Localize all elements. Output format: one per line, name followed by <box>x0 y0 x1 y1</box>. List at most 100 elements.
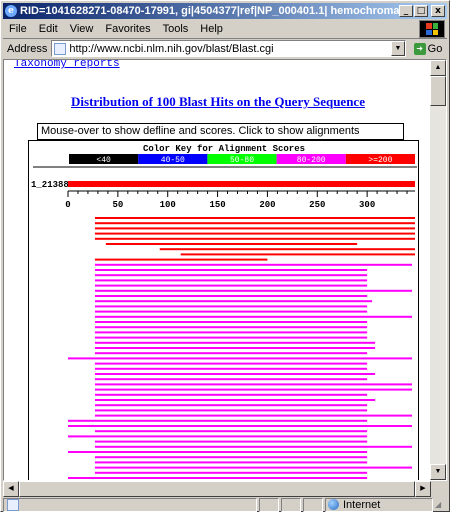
hit-bar <box>68 425 413 427</box>
hit-bar <box>94 274 368 277</box>
hit-bar <box>68 419 368 422</box>
color-key-label: 40-50 <box>161 156 185 165</box>
go-label: Go <box>427 42 443 55</box>
status-pane-empty-1 <box>259 497 279 512</box>
query-label: 1_21388 <box>31 180 69 190</box>
menu-tools[interactable]: Tools <box>157 23 195 35</box>
hit-bar <box>68 357 413 360</box>
page-title[interactable]: Distribution of 100 Blast Hits on the Qu… <box>4 94 432 110</box>
hit-bar <box>94 258 268 261</box>
hit-bar <box>94 305 368 308</box>
hit-bar <box>94 378 368 381</box>
hit-bar <box>94 263 413 266</box>
hit-bar <box>94 393 368 396</box>
hit-bar <box>94 222 415 225</box>
hit-bar <box>68 435 368 438</box>
hit-bar <box>94 409 368 412</box>
security-zone-label: Internet <box>343 498 381 511</box>
page-icon <box>54 42 67 55</box>
hit-bar <box>94 310 368 313</box>
address-bar: Address http://www.ncbi.nlm.nih.gov/blas… <box>3 38 447 58</box>
menu-help[interactable]: Help <box>194 23 229 35</box>
scrollbar-corner <box>431 481 447 497</box>
hit-bar <box>94 295 368 297</box>
query-sequence-bar <box>68 181 415 187</box>
status-pane-empty-3 <box>303 497 323 512</box>
window-title: RID=1041628271-08470-17991, gi|4504377|r… <box>20 5 399 17</box>
hit-bar <box>94 284 368 287</box>
blast-hits-chart: Color Key for Alignment Scores <40 40-50 50… <box>28 140 419 480</box>
hit-bar <box>94 289 413 292</box>
status-pane-empty-2 <box>281 497 301 512</box>
horizontal-scrollbar[interactable]: ◀ ▶ <box>3 481 431 497</box>
vertical-scroll-thumb[interactable] <box>430 76 446 106</box>
hit-bar <box>94 326 368 329</box>
go-arrow-icon: ➜ <box>413 42 426 55</box>
hit-bar <box>94 414 413 417</box>
hit-bar <box>94 383 413 386</box>
blast-hits-svg: Color Key for Alignment Scores <40 40-50 50… <box>31 144 417 479</box>
color-key-label: 80-200 <box>297 156 326 165</box>
defline-display-field[interactable]: Mouse-over to show defline and scores. C… <box>37 123 404 140</box>
status-text-pane <box>3 497 257 512</box>
minimize-button[interactable]: _ <box>399 5 413 17</box>
x-tick-label: 200 <box>259 200 275 210</box>
status-bar: Internet ◢ <box>3 497 447 512</box>
close-button[interactable]: x <box>431 5 445 17</box>
menu-favorites[interactable]: Favorites <box>99 23 156 35</box>
scroll-down-icon[interactable]: ▼ <box>430 464 446 480</box>
hit-bar <box>94 466 413 469</box>
address-label: Address <box>7 42 48 55</box>
address-input[interactable]: http://www.ncbi.nlm.nih.gov/blast/Blast.… <box>51 40 406 57</box>
hit-bar <box>105 243 358 245</box>
scroll-left-icon[interactable]: ◀ <box>3 481 19 497</box>
hit-bar <box>94 227 415 230</box>
hit-bar <box>94 300 373 303</box>
go-button[interactable]: ➜ Go <box>409 40 447 57</box>
scroll-right-icon[interactable]: ▶ <box>415 481 431 497</box>
menu-edit[interactable]: Edit <box>33 23 64 35</box>
hit-bar <box>94 373 376 375</box>
maximize-button[interactable]: □ <box>414 5 428 17</box>
scroll-up-icon[interactable]: ▲ <box>430 60 446 76</box>
title-bar[interactable]: e RID=1041628271-08470-17991, gi|4504377… <box>3 3 447 19</box>
menu-bar: File Edit View Favorites Tools Help <box>3 20 423 37</box>
internet-explorer-icon: e <box>5 5 17 17</box>
hit-bar <box>94 440 368 443</box>
hit-bar <box>94 362 368 365</box>
page-content: Taxonomy reports Distribution of 100 Bla… <box>4 60 432 480</box>
color-key-label: <40 <box>96 156 111 165</box>
page-viewport: Taxonomy reports Distribution of 100 Bla… <box>3 59 447 481</box>
taxonomy-reports-link[interactable]: Taxonomy reports <box>14 60 120 70</box>
vertical-scrollbar[interactable]: ▲ ▼ <box>430 60 446 480</box>
hit-bar <box>94 399 376 401</box>
page-icon <box>7 498 19 511</box>
browser-window: e RID=1041628271-08470-17991, gi|4504377… <box>0 0 450 512</box>
windows-logo-icon <box>419 20 445 38</box>
hit-bar <box>159 248 415 251</box>
hit-bar <box>94 430 368 433</box>
color-key-title: Color Key for Alignment Scores <box>143 144 305 154</box>
color-key-label: >=200 <box>368 156 392 165</box>
hit-bar <box>94 471 368 474</box>
hit-bar <box>94 315 413 318</box>
x-tick-label: 250 <box>309 200 325 210</box>
hit-bar <box>94 232 415 235</box>
hit-bar <box>180 253 415 256</box>
hit-bar <box>94 217 415 219</box>
horizontal-scroll-thumb[interactable] <box>19 481 415 497</box>
hit-bar <box>94 331 368 334</box>
hit-bar <box>94 445 413 448</box>
menu-file[interactable]: File <box>3 23 33 35</box>
address-url[interactable]: http://www.ncbi.nlm.nih.gov/blast/Blast.… <box>69 43 391 55</box>
hit-bar <box>94 388 413 391</box>
hit-bar <box>94 321 368 323</box>
hit-bar <box>94 367 368 370</box>
globe-icon <box>328 499 339 510</box>
hit-bar <box>94 456 368 459</box>
hit-bar <box>94 347 376 349</box>
resize-grip-icon[interactable]: ◢ <box>435 499 447 511</box>
chevron-down-icon[interactable]: ▼ <box>391 41 405 56</box>
hit-bar <box>94 352 368 355</box>
menu-view[interactable]: View <box>64 23 100 35</box>
